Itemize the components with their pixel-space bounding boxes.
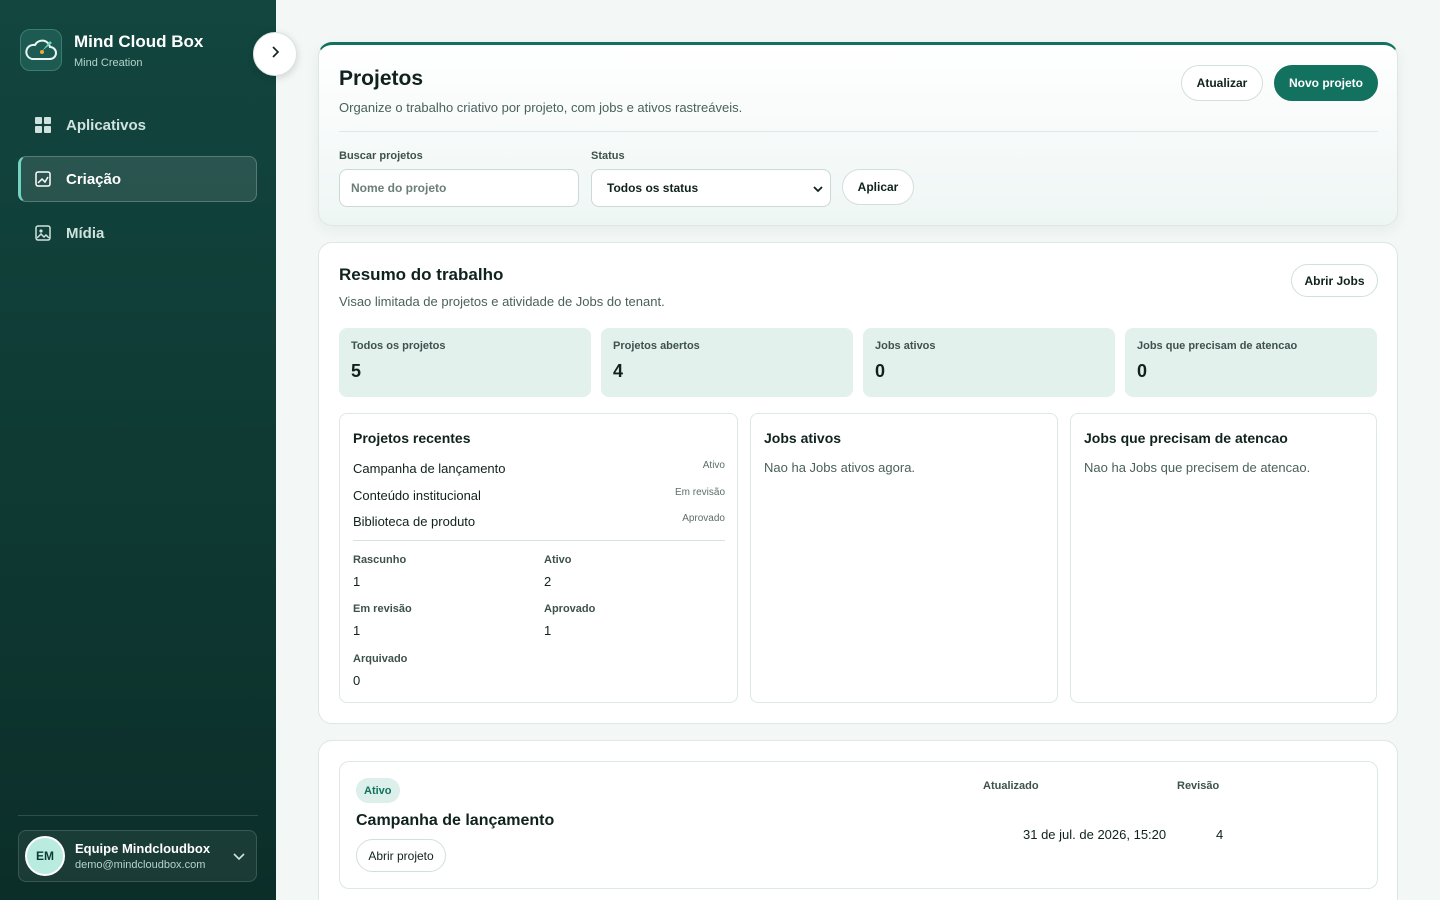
empty-state-text: Nao ha Jobs que precisem de atencao. (1084, 460, 1311, 475)
brand-title: Mind Cloud Box (74, 31, 204, 51)
stat-active-jobs: Jobs ativos 0 (863, 328, 1115, 397)
search-label: Buscar projetos (339, 150, 423, 162)
work-summary: Resumo do trabalho Visao limitada de pro… (318, 242, 1398, 724)
list-item[interactable]: Conteúdo institucional Em revisão (353, 487, 725, 506)
recent-project-name: Biblioteca de produto (353, 514, 476, 529)
count-label: Arquivado (353, 653, 408, 665)
brand-subtitle: Mind Creation (74, 56, 143, 69)
stat-label: Projetos abertos (613, 340, 700, 352)
image-icon (34, 224, 52, 242)
stat-all-projects: Todos os projetos 5 (339, 328, 591, 397)
sidebar-item-aplicativos[interactable]: Aplicativos (18, 102, 257, 148)
panel-title: Projetos recentes (353, 430, 471, 446)
panel-divider (353, 540, 725, 541)
list-item[interactable]: Campanha de lançamento Ativo (353, 460, 725, 479)
status-select-value: Todos os status (607, 181, 699, 195)
recent-project-name: Conteúdo institucional (353, 488, 481, 503)
header-divider (339, 131, 1378, 132)
count-value: 1 (353, 623, 361, 638)
user-email: demo@mindcloudbox.com (75, 859, 206, 871)
attention-jobs-panel: Jobs que precisam de atencao Nao ha Jobs… (1070, 413, 1377, 703)
recent-project-status: Aprovado (682, 513, 725, 524)
page-title: Projetos (339, 67, 424, 90)
projects-header: Projetos Organize o trabalho criativo po… (318, 42, 1398, 226)
sidebar-item-label: Mídia (66, 224, 105, 242)
search-input[interactable] (339, 169, 579, 207)
stat-open-projects: Projetos abertos 4 (601, 328, 853, 397)
status-badge: Ativo (356, 778, 400, 803)
count-value: 2 (544, 574, 552, 589)
open-project-button[interactable]: Abrir projeto (356, 839, 446, 872)
project-name: Campanha de lançamento (356, 812, 555, 829)
sidebar-item-criacao[interactable]: Criação (18, 156, 257, 202)
stat-attention-jobs: Jobs que precisam de atencao 0 (1125, 328, 1377, 397)
count-value: 1 (353, 574, 361, 589)
count-label: Aprovado (544, 603, 596, 615)
user-name: Equipe Mindcloudbox (75, 841, 211, 856)
active-jobs-panel: Jobs ativos Nao ha Jobs ativos agora. (750, 413, 1058, 703)
panel-title: Jobs que precisam de atencao (1084, 430, 1288, 446)
page-subtitle: Organize o trabalho criativo por projeto… (339, 100, 743, 115)
new-project-button[interactable]: Novo projeto (1274, 65, 1378, 101)
recent-projects-panel: Projetos recentes Campanha de lançamento… (339, 413, 738, 703)
project-row: Ativo Campanha de lançamento Abrir proje… (339, 761, 1378, 889)
recent-project-status: Em revisão (674, 487, 725, 498)
stat-value: 0 (1137, 361, 1148, 381)
chevron-down-icon (812, 183, 824, 198)
open-jobs-button[interactable]: Abrir Jobs (1291, 264, 1378, 297)
avatar: EM (25, 836, 65, 876)
chevron-right-icon (268, 45, 282, 64)
stat-value: 0 (875, 361, 886, 381)
revision-column-header: Revisão (1177, 780, 1220, 792)
recent-project-name: Campanha de lançamento (353, 461, 506, 476)
apply-filters-button[interactable]: Aplicar (842, 169, 914, 205)
stat-value: 5 (351, 361, 362, 381)
project-list: Ativo Campanha de lançamento Abrir proje… (318, 740, 1398, 900)
panel-title: Jobs ativos (764, 430, 842, 446)
list-item[interactable]: Biblioteca de produto Aprovado (353, 513, 725, 532)
cloud-rocket-logo-icon (20, 29, 62, 71)
refresh-button[interactable]: Atualizar (1181, 65, 1263, 101)
sidebar-nav: Aplicativos Criação Mídia (18, 102, 257, 264)
revision-value: 4 (1216, 827, 1224, 842)
count-label: Ativo (544, 554, 572, 566)
count-value: 1 (544, 623, 552, 638)
recent-project-status: Ativo (702, 460, 725, 471)
stat-value: 4 (613, 361, 624, 381)
stat-label: Jobs ativos (875, 340, 936, 352)
sidebar-divider (18, 815, 258, 816)
grid-icon (34, 116, 52, 134)
status-label: Status (591, 150, 625, 162)
sidebar: Mind Cloud Box Mind Creation Aplicativos… (0, 0, 276, 900)
count-label: Em revisão (353, 603, 412, 615)
status-select[interactable]: Todos os status (591, 169, 831, 207)
sidebar-item-midia[interactable]: Mídia (18, 210, 257, 256)
updated-value: 31 de jul. de 2026, 15:20 (1023, 827, 1167, 842)
summary-title: Resumo do trabalho (339, 265, 504, 284)
sidebar-item-label: Criação (66, 170, 122, 188)
stat-label: Todos os projetos (351, 340, 446, 352)
count-value: 0 (353, 673, 361, 688)
count-label: Rascunho (353, 554, 407, 566)
sidebar-toggle-button[interactable] (253, 32, 297, 76)
summary-subtitle: Visao limitada de projetos e atividade d… (339, 294, 665, 309)
updated-column-header: Atualizado (983, 780, 1039, 792)
stat-label: Jobs que precisam de atencao (1137, 340, 1298, 352)
brand[interactable]: Mind Cloud Box Mind Creation (20, 29, 203, 71)
sidebar-item-label: Aplicativos (66, 116, 147, 134)
user-menu[interactable]: EM Equipe Mindcloudbox demo@mindcloudbox… (18, 830, 257, 882)
empty-state-text: Nao ha Jobs ativos agora. (764, 460, 916, 475)
image-edit-icon (34, 170, 52, 188)
chevron-down-icon (232, 849, 246, 868)
